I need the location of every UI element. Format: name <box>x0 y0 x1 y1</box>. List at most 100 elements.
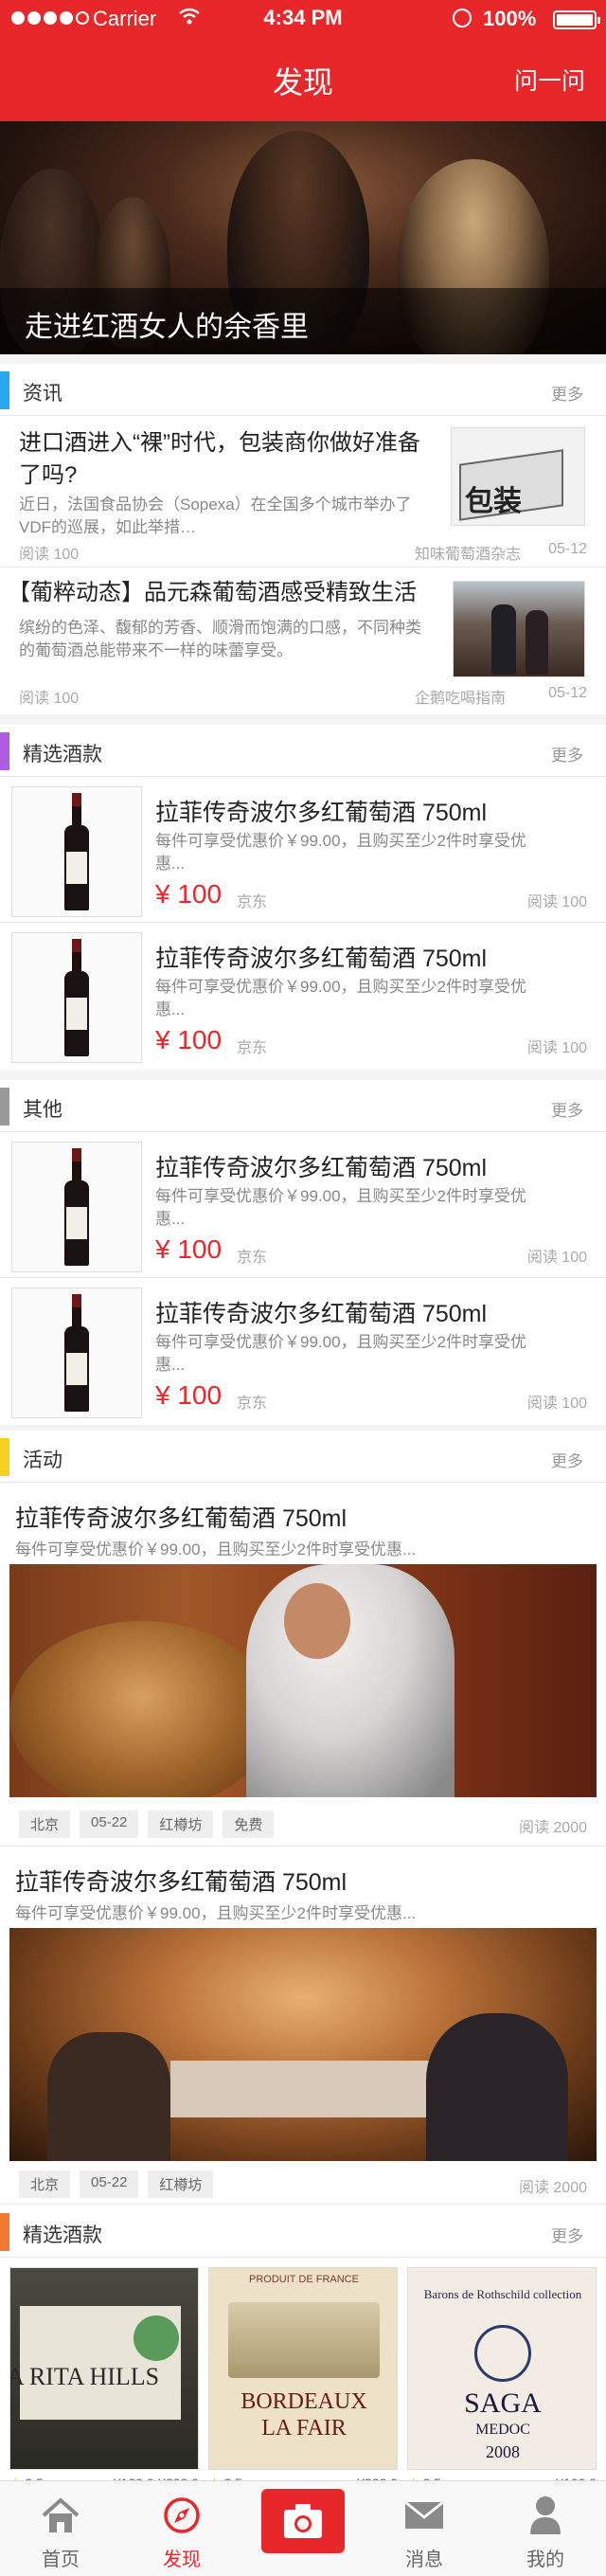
event-image <box>9 1928 597 2161</box>
event-desc: 每件可享受优惠价￥99.00，且购买至少2件时享受优惠... <box>15 1904 417 1922</box>
news-date: 05-12 <box>548 541 587 557</box>
product-shop: 京东 <box>237 1040 268 1056</box>
selected-wines-section: 精选酒款 更多 拉菲传奇波尔多红葡萄酒 750ml 每件可享受优惠价￥99.00… <box>0 725 606 1070</box>
home-icon <box>42 2497 80 2532</box>
section-title: 精选酒款 <box>23 744 102 766</box>
news-desc: 近日，法国食品协会（Sopexa）在全国多个城市举办了VDF的巡展，如此举措… <box>19 495 412 536</box>
tab-discover[interactable]: 发现 <box>121 2481 242 2576</box>
news-desc: 缤纷的色泽、馥郁的芳香、顺滑而饱满的口感，不同种类的葡萄酒总能带来不一样的味蕾享… <box>19 619 421 659</box>
more-link[interactable]: 更多 <box>551 1448 583 1471</box>
event-reads: 阅读 2000 <box>518 1820 587 1836</box>
wine-label-text: MEDOC <box>475 2422 530 2438</box>
wine-label-text: PRODUIT DE FRANCE <box>249 2274 359 2285</box>
event-item[interactable]: 拉菲传奇波尔多红葡萄酒 750ml 每件可享受优惠价￥99.00，且购买至少2件… <box>0 1483 606 1846</box>
event-tag: 05-22 <box>80 2171 139 2198</box>
product-title: 拉菲传奇波尔多红葡萄酒 750ml <box>155 1301 488 1327</box>
event-tag: 北京 <box>19 1810 71 1838</box>
news-item[interactable]: 进口酒进入“裸”时代，包装商你做好准备了吗? 近日，法国食品协会（Sopexa）… <box>0 416 606 567</box>
news-thumbnail <box>453 581 585 677</box>
more-link[interactable]: 更多 <box>551 1097 583 1121</box>
section-accent-bar <box>0 371 9 409</box>
product-item[interactable]: 拉菲传奇波尔多红葡萄酒 750ml 每件可享受优惠价￥99.00，且购买至少2件… <box>0 1132 606 1278</box>
hero-banner[interactable]: 走进红酒女人的余香里 <box>0 121 606 354</box>
event-tag: 免费 <box>223 1810 275 1838</box>
hero-caption: 走进红酒女人的余香里 <box>25 312 309 343</box>
camera-button[interactable] <box>261 2489 345 2553</box>
gallery-item[interactable]: PRODUIT DE FRANCE BORDEAUX LA FAIR <box>208 2267 398 2470</box>
product-reads: 阅读 100 <box>526 894 587 910</box>
section-title: 精选酒款 <box>23 2225 102 2246</box>
event-reads: 阅读 2000 <box>518 2180 587 2196</box>
product-shop: 京东 <box>237 1396 268 1412</box>
product-title: 拉菲传奇波尔多红葡萄酒 750ml <box>155 946 488 972</box>
product-shop: 京东 <box>237 894 268 910</box>
news-thumbnail: 包装 <box>451 427 585 526</box>
tab-label: 我的 <box>526 2549 564 2570</box>
product-reads: 阅读 100 <box>526 1396 587 1412</box>
section-accent-bar <box>0 732 9 770</box>
tab-messages[interactable]: 消息 <box>364 2481 485 2576</box>
product-reads: 阅读 100 <box>526 1250 587 1266</box>
news-title: 【葡粹动态】品元森葡萄酒感受精致生活 <box>8 580 417 605</box>
section-title: 其他 <box>23 1099 62 1121</box>
section-accent-bar <box>0 1088 9 1126</box>
wine-label-text: SAGA <box>464 2387 542 2419</box>
product-desc: 每件可享受优惠价￥99.00，且购买至少2件时享受优惠... <box>155 1187 526 1228</box>
event-desc: 每件可享受优惠价￥99.00，且购买至少2件时享受优惠... <box>15 1540 417 1558</box>
section-title: 活动 <box>23 1450 62 1471</box>
event-tag: 05-22 <box>80 1810 139 1838</box>
gallery-item[interactable]: A RITA HILLS <box>9 2267 199 2470</box>
product-price: ¥ 100 <box>155 1380 223 1410</box>
more-link[interactable]: 更多 <box>551 381 583 405</box>
product-item[interactable]: 拉菲传奇波尔多红葡萄酒 750ml 每件可享受优惠价￥99.00，且购买至少2件… <box>0 777 606 923</box>
news-title: 进口酒进入“裸”时代，包装商你做好准备了吗? <box>19 430 420 488</box>
product-title: 拉菲传奇波尔多红葡萄酒 750ml <box>155 1155 488 1181</box>
news-source: 企鹅吃喝指南 <box>415 691 507 707</box>
other-section: 其他 更多 拉菲传奇波尔多红葡萄酒 750ml 每件可享受优惠价￥99.00，且… <box>0 1080 606 1425</box>
wine-label-text: Barons de Rothschild collection <box>423 2287 582 2301</box>
selected-section-header: 精选酒款 更多 <box>0 725 606 777</box>
tab-label: 消息 <box>405 2549 443 2570</box>
event-item[interactable]: 拉菲传奇波尔多红葡萄酒 750ml 每件可享受优惠价￥99.00，且购买至少2件… <box>0 1846 606 2203</box>
gallery-section-header: 精选酒款 更多 <box>0 2206 606 2258</box>
event-image <box>9 1564 597 1797</box>
product-price: ¥ 100 <box>155 879 223 909</box>
product-image <box>11 786 142 917</box>
events-section-header: 活动 更多 <box>0 1431 606 1483</box>
wine-label-text: A RITA HILLS <box>9 2363 160 2390</box>
product-item[interactable]: 拉菲传奇波尔多红葡萄酒 750ml 每件可享受优惠价￥99.00，且购买至少2件… <box>0 923 606 1069</box>
gallery-item[interactable]: Barons de Rothschild collection SAGA MED… <box>407 2267 597 2470</box>
news-item[interactable]: 【葡粹动态】品元森葡萄酒感受精致生活 缤纷的色泽、馥郁的芳香、顺滑而饱满的口感，… <box>0 567 606 714</box>
ask-button[interactable]: 问一问 <box>514 63 585 97</box>
product-price: ¥ 100 <box>155 1234 223 1264</box>
battery-percent: 100% <box>483 7 537 30</box>
more-link[interactable]: 更多 <box>551 2223 583 2246</box>
product-desc: 每件可享受优惠价￥99.00，且购买至少2件时享受优惠... <box>155 832 526 873</box>
tab-label: 首页 <box>42 2549 80 2570</box>
more-link[interactable]: 更多 <box>551 742 583 766</box>
wine-label-text: BORDEAUX <box>241 2389 367 2414</box>
news-section: 资讯 更多 进口酒进入“裸”时代，包装商你做好准备了吗? 近日，法国食品协会（S… <box>0 364 606 714</box>
event-title: 拉菲传奇波尔多红葡萄酒 750ml <box>15 1869 348 1896</box>
other-section-header: 其他 更多 <box>0 1080 606 1132</box>
news-reads: 阅读 100 <box>19 691 80 707</box>
event-tag: 红樽坊 <box>148 2171 214 2198</box>
section-accent-bar <box>0 1438 9 1476</box>
compass-icon <box>164 2497 200 2533</box>
section-accent-bar <box>0 2213 9 2251</box>
battery-icon <box>553 10 600 29</box>
tab-profile[interactable]: 我的 <box>485 2481 606 2576</box>
product-item[interactable]: 拉菲传奇波尔多红葡萄酒 750ml 每件可享受优惠价￥99.00，且购买至少2件… <box>0 1278 606 1424</box>
news-date: 05-12 <box>548 685 587 701</box>
camera-icon <box>284 2504 322 2538</box>
gallery-section: 精选酒款 更多 A RITA HILLS ★ 3.5 ¥100.0-¥200.0… <box>0 2206 606 2491</box>
wine-label-text: 2008 <box>486 2442 520 2461</box>
tab-home[interactable]: 首页 <box>0 2481 121 2576</box>
mail-icon <box>404 2500 444 2529</box>
status-bar: Carrier 4:34 PM 100% <box>0 0 606 38</box>
event-tags: 北京 05-22 红樽坊 <box>19 2171 214 2198</box>
product-desc: 每件可享受优惠价￥99.00，且购买至少2件时享受优惠... <box>155 1333 526 1374</box>
event-tag: 红樽坊 <box>148 1810 214 1838</box>
wine-label-text: LA FAIR <box>261 2416 347 2441</box>
product-price: ¥ 100 <box>155 1025 223 1054</box>
